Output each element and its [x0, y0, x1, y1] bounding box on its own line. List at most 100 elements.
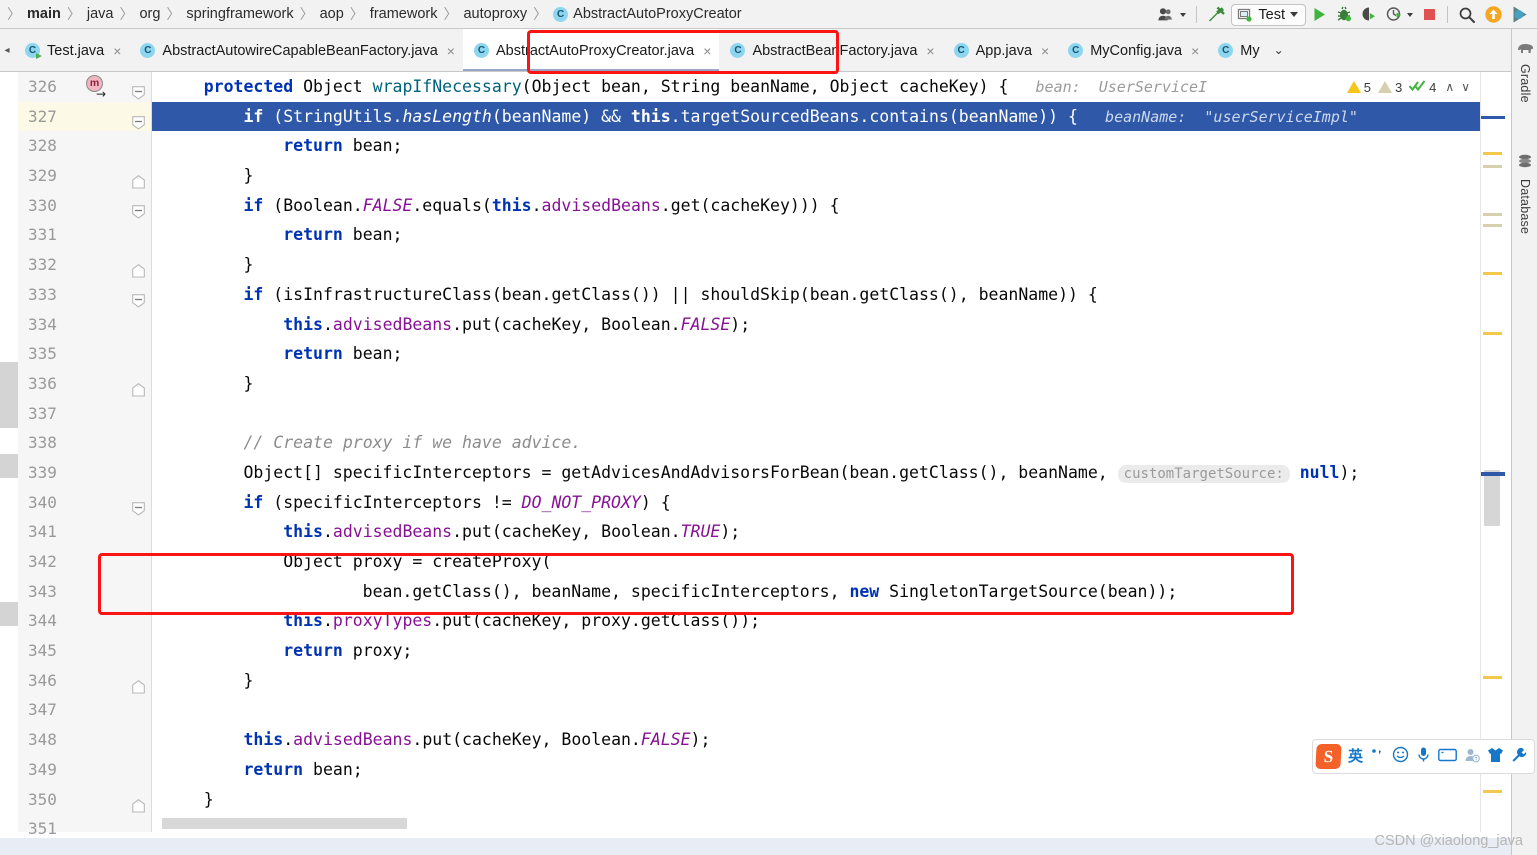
tool-window-gradle[interactable]: Gradle — [1512, 41, 1537, 103]
error-stripe-scrollbar[interactable] — [1480, 72, 1505, 832]
gutter-line[interactable]: 344 — [18, 606, 152, 636]
code-fold-end-icon[interactable] — [132, 793, 145, 813]
update-project-icon[interactable] — [1481, 3, 1506, 27]
gutter-line[interactable]: 336 — [18, 369, 152, 399]
emoji-smiley-icon[interactable] — [1392, 746, 1409, 767]
breadcrumb[interactable]: 〉 main 〉 java 〉 org 〉 springframework 〉 aop 〉 frame… — [0, 0, 747, 29]
close-icon[interactable]: × — [113, 44, 121, 58]
code-line[interactable]: return bean; — [152, 339, 1480, 369]
warning-stripe[interactable] — [1483, 272, 1502, 275]
gutter-line[interactable]: 337 — [18, 399, 152, 429]
code-line[interactable]: Object proxy = createProxy( — [152, 547, 1480, 577]
code-line[interactable]: this.advisedBeans.put(cacheKey, Boolean.… — [152, 310, 1480, 340]
code-line[interactable]: if (specificInterceptors != DO_NOT_PROXY… — [152, 488, 1480, 518]
gutter-line[interactable]: 350 — [18, 785, 152, 815]
code-line[interactable]: } — [152, 785, 1480, 815]
weak-warning-stripe[interactable] — [1483, 165, 1502, 168]
user-account-icon[interactable]: ? — [1464, 747, 1480, 767]
warning-stripe[interactable] — [1483, 790, 1502, 793]
code-fold-collapse-icon[interactable] — [132, 199, 145, 219]
code-line[interactable]: if (Boolean.FALSE.equals(this.advisedBea… — [152, 191, 1480, 221]
code-fold-end-icon[interactable] — [132, 674, 145, 694]
gutter-line[interactable]: 343 — [18, 577, 152, 607]
code-fold-collapse-icon[interactable] — [132, 288, 145, 308]
code-line[interactable]: protected Object wrapIfNecessary(Object … — [152, 72, 1480, 102]
editor-tab-app[interactable]: C App.java × — [942, 29, 1058, 71]
editor-tab-bar[interactable]: ◂ C Test.java × C AbstractAutowireCapableBea… — [0, 29, 1537, 72]
gutter-line[interactable]: 330 — [18, 191, 152, 221]
code-line[interactable]: return bean; — [152, 131, 1480, 161]
run-configuration-selector[interactable]: Test — [1231, 3, 1306, 26]
gutter-line[interactable]: 349 — [18, 755, 152, 785]
breadcrumb-item-autoproxy[interactable]: autoproxy — [458, 0, 532, 29]
run-with-coverage-icon[interactable] — [1358, 3, 1381, 27]
stop-square-icon[interactable] — [1418, 3, 1440, 27]
editor-tab-abstractautowirecapablebeanfactory[interactable]: C AbstractAutowireCapableBeanFactory.java… — [129, 29, 463, 71]
code-line[interactable]: this.advisedBeans.put(cacheKey, Boolean.… — [152, 517, 1480, 547]
code-line[interactable] — [152, 399, 1480, 429]
code-line[interactable]: } — [152, 666, 1480, 696]
color-wheel-icon[interactable] — [1508, 3, 1533, 27]
gutter-line[interactable]: 340 — [18, 488, 152, 518]
editor-tab-my[interactable]: C My — [1207, 29, 1268, 71]
code-editor[interactable]: 326 m → 327 328 329 330 331 332 333 334 335 336 337 33… — [0, 72, 1537, 855]
line-number-gutter[interactable]: 326 m → 327 328 329 330 331 332 333 334 335 336 337 33… — [18, 72, 152, 838]
user-avatar-icon[interactable] — [1155, 3, 1189, 27]
sogou-ime-toolbar[interactable]: S 英 ? — [1311, 739, 1535, 774]
code-line[interactable]: // Create proxy if we have advice. — [152, 428, 1480, 458]
gutter-line[interactable]: 341 — [18, 517, 152, 547]
code-line[interactable]: return bean; — [152, 755, 1480, 785]
code-text-area[interactable]: protected Object wrapIfNecessary(Object … — [152, 72, 1480, 832]
gutter-line[interactable]: 348 — [18, 725, 152, 755]
code-line[interactable]: } — [152, 250, 1480, 280]
inspection-widget[interactable]: 5 3 4 ∧ ∨ — [1343, 75, 1475, 99]
gutter-line[interactable]: 342 — [18, 547, 152, 577]
gutter-line[interactable]: 326 m → — [18, 72, 152, 102]
gutter-line[interactable]: 335 — [18, 339, 152, 369]
vertical-scrollbar-thumb[interactable] — [1484, 470, 1500, 526]
code-fold-end-icon[interactable] — [132, 377, 145, 397]
microphone-icon[interactable] — [1416, 746, 1431, 767]
close-icon[interactable]: × — [703, 44, 711, 58]
breadcrumb-item-framework[interactable]: framework — [365, 0, 443, 29]
profiler-icon[interactable] — [1383, 3, 1416, 27]
skin-shirt-icon[interactable] — [1487, 747, 1504, 767]
code-line[interactable]: this.advisedBeans.put(cacheKey, Boolean.… — [152, 725, 1480, 755]
gutter-line[interactable]: 334 — [18, 310, 152, 340]
code-fold-end-icon[interactable] — [132, 258, 145, 278]
settings-wrench-icon[interactable] — [1511, 747, 1527, 767]
ime-language-mode[interactable]: 英 — [1348, 749, 1363, 764]
code-line[interactable]: bean.getClass(), beanName, specificInter… — [152, 577, 1480, 607]
horizontal-scrollbar-thumb[interactable] — [162, 818, 407, 829]
previous-highlight-icon[interactable]: ∧ — [1443, 80, 1456, 94]
close-icon[interactable]: × — [1191, 44, 1199, 58]
warning-stripe[interactable] — [1483, 332, 1502, 335]
code-line[interactable]: } — [152, 161, 1480, 191]
gutter-line[interactable]: 333 — [18, 280, 152, 310]
gutter-line[interactable]: 347 — [18, 695, 152, 725]
code-line[interactable] — [152, 695, 1480, 725]
breadcrumb-item-abstractautoproxycreator[interactable]: C AbstractAutoProxyCreator — [548, 0, 746, 29]
gutter-line[interactable]: 345 — [18, 636, 152, 666]
gutter-line[interactable]: 328 — [18, 131, 152, 161]
code-line[interactable]: return bean; — [152, 220, 1480, 250]
code-line[interactable]: } — [152, 369, 1480, 399]
gutter-line[interactable]: 339 — [18, 458, 152, 488]
tab-overflow-button[interactable]: ⌄ — [1268, 29, 1290, 71]
debug-bug-icon[interactable] — [1333, 3, 1356, 27]
breadcrumb-item-org[interactable]: org — [134, 0, 165, 29]
weak-warning-stripe[interactable] — [1483, 213, 1502, 216]
gutter-line[interactable]: 327 — [18, 101, 152, 132]
gutter-line[interactable]: 331 — [18, 220, 152, 250]
gutter-line[interactable]: 332 — [18, 250, 152, 280]
code-line[interactable]: return proxy; — [152, 636, 1480, 666]
close-icon[interactable]: × — [447, 44, 455, 58]
search-magnifier-icon[interactable] — [1455, 3, 1479, 27]
editor-tab-myconfig[interactable]: C MyConfig.java × — [1057, 29, 1208, 71]
gutter-line[interactable]: 338 — [18, 428, 152, 458]
ime-logo-icon[interactable]: S — [1315, 744, 1342, 769]
breadcrumb-item-springframework[interactable]: springframework — [181, 0, 298, 29]
breadcrumb-item-aop[interactable]: aop — [315, 0, 349, 29]
code-line[interactable]: if (StringUtils.hasLength(beanName) && t… — [152, 101, 1480, 132]
punctuation-icon[interactable] — [1370, 747, 1385, 766]
